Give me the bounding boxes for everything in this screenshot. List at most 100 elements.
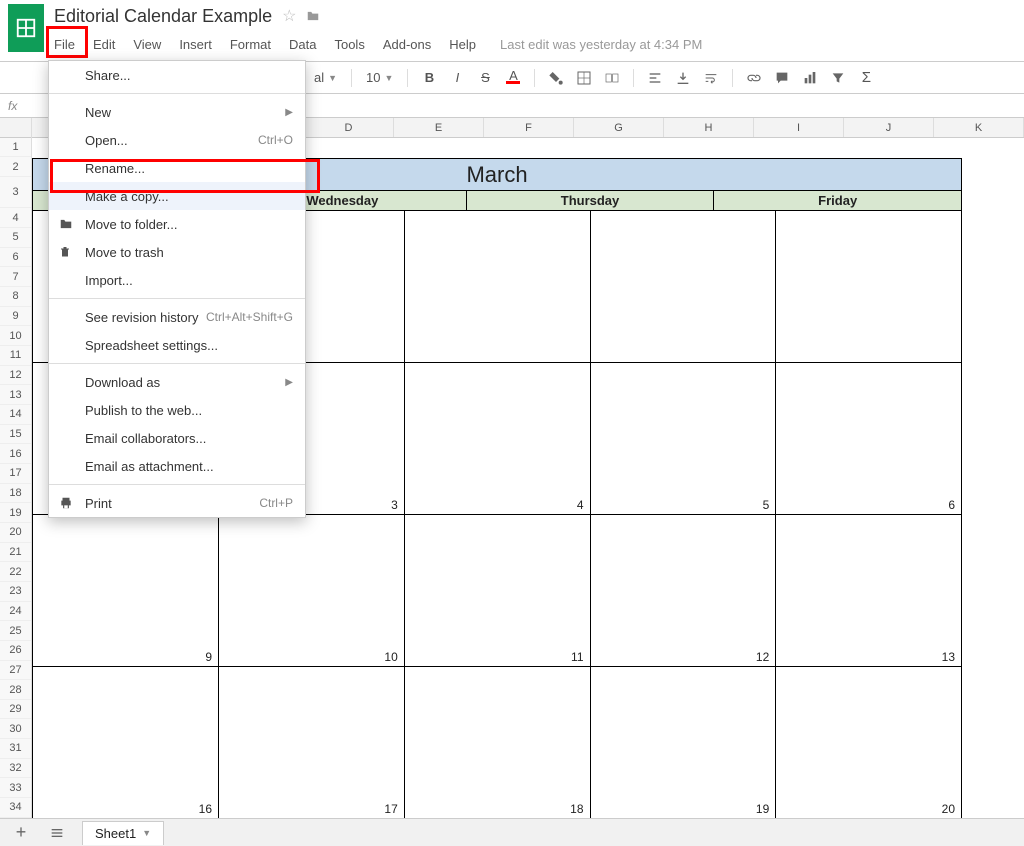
menu-addons[interactable]: Add-ons [383, 37, 431, 52]
row-header[interactable]: 20 [0, 523, 31, 543]
file-menu-item[interactable]: Open...Ctrl+O [49, 126, 305, 154]
file-menu-item[interactable]: Import... [49, 266, 305, 294]
row-header[interactable]: 6 [0, 248, 31, 268]
row-header[interactable]: 22 [0, 562, 31, 582]
col-header[interactable]: K [934, 118, 1024, 137]
file-menu-item[interactable]: See revision historyCtrl+Alt+Shift+G [49, 303, 305, 331]
halign-button[interactable] [644, 67, 666, 89]
col-header[interactable]: D [304, 118, 394, 137]
calendar-cell[interactable]: 20 [776, 667, 961, 818]
row-header[interactable]: 15 [0, 425, 31, 445]
bold-button[interactable]: B [418, 67, 440, 89]
row-header[interactable]: 31 [0, 739, 31, 759]
row-header[interactable]: 21 [0, 543, 31, 563]
text-color-button[interactable]: A [502, 67, 524, 89]
menu-edit[interactable]: Edit [93, 37, 115, 52]
calendar-cell[interactable]: 11 [405, 515, 591, 666]
calendar-cell[interactable]: 9 [33, 515, 219, 666]
font-size-select[interactable]: 10 ▼ [362, 70, 397, 85]
file-menu-item[interactable]: PrintCtrl+P [49, 489, 305, 517]
row-header[interactable]: 3 [0, 177, 31, 208]
col-header[interactable]: F [484, 118, 574, 137]
borders-button[interactable] [573, 67, 595, 89]
chart-button[interactable] [799, 67, 821, 89]
valign-button[interactable] [672, 67, 694, 89]
italic-button[interactable]: I [446, 67, 468, 89]
file-menu-item[interactable]: Share... [49, 61, 305, 89]
link-button[interactable] [743, 67, 765, 89]
row-header[interactable]: 14 [0, 405, 31, 425]
wrap-button[interactable] [700, 67, 722, 89]
calendar-cell[interactable]: 12 [591, 515, 777, 666]
row-header[interactable]: 26 [0, 641, 31, 661]
row-header[interactable]: 13 [0, 385, 31, 405]
row-header[interactable]: 4 [0, 208, 31, 228]
col-header[interactable]: J [844, 118, 934, 137]
file-menu-item[interactable]: Make a copy... [49, 182, 305, 210]
comment-button[interactable] [771, 67, 793, 89]
calendar-cell[interactable]: 4 [405, 363, 591, 514]
calendar-cell[interactable]: 18 [405, 667, 591, 818]
row-header[interactable]: 29 [0, 700, 31, 720]
calendar-cell[interactable]: 6 [776, 363, 961, 514]
calendar-cell[interactable]: 17 [219, 667, 405, 818]
sheet-tab[interactable]: Sheet1 ▼ [82, 821, 164, 845]
row-header[interactable]: 5 [0, 228, 31, 248]
row-header[interactable]: 17 [0, 464, 31, 484]
row-header[interactable]: 16 [0, 444, 31, 464]
calendar-cell[interactable] [591, 211, 777, 362]
filter-button[interactable] [827, 67, 849, 89]
file-menu-item[interactable]: New▶ [49, 98, 305, 126]
doc-title[interactable]: Editorial Calendar Example [54, 6, 272, 27]
row-header[interactable]: 33 [0, 778, 31, 798]
fill-color-button[interactable] [545, 67, 567, 89]
strike-button[interactable]: S [474, 67, 496, 89]
row-header[interactable]: 18 [0, 484, 31, 504]
row-header[interactable]: 10 [0, 326, 31, 346]
row-header[interactable]: 19 [0, 503, 31, 523]
col-header[interactable]: E [394, 118, 484, 137]
calendar-cell[interactable]: 5 [591, 363, 777, 514]
row-header[interactable]: 1 [0, 138, 31, 158]
menu-format[interactable]: Format [230, 37, 271, 52]
row-header[interactable]: 34 [0, 798, 31, 818]
merge-button[interactable] [601, 67, 623, 89]
file-menu-item[interactable]: Spreadsheet settings... [49, 331, 305, 359]
calendar-cell[interactable]: 13 [776, 515, 961, 666]
file-menu-item[interactable]: Rename... [49, 154, 305, 182]
row-header[interactable]: 24 [0, 602, 31, 622]
add-sheet-button[interactable]: + [10, 822, 32, 844]
row-header[interactable]: 32 [0, 759, 31, 779]
all-sheets-button[interactable] [46, 822, 68, 844]
row-header[interactable]: 2 [0, 157, 31, 177]
calendar-cell[interactable] [405, 211, 591, 362]
row-header[interactable]: 11 [0, 346, 31, 366]
col-header[interactable]: G [574, 118, 664, 137]
font-family-select[interactable]: al ▼ [310, 70, 341, 85]
row-header[interactable]: 9 [0, 307, 31, 327]
row-header[interactable]: 7 [0, 267, 31, 287]
menu-insert[interactable]: Insert [179, 37, 212, 52]
star-icon[interactable]: ☆ [282, 6, 296, 26]
calendar-cell[interactable]: 16 [33, 667, 219, 818]
menu-view[interactable]: View [133, 37, 161, 52]
folder-icon[interactable] [306, 10, 320, 22]
menu-help[interactable]: Help [449, 37, 476, 52]
menu-data[interactable]: Data [289, 37, 316, 52]
row-header[interactable]: 8 [0, 287, 31, 307]
file-menu-item[interactable]: Move to trash [49, 238, 305, 266]
file-menu-item[interactable]: Move to folder... [49, 210, 305, 238]
calendar-cell[interactable]: 19 [591, 667, 777, 818]
row-header[interactable]: 27 [0, 661, 31, 681]
file-menu-item[interactable]: Download as▶ [49, 368, 305, 396]
file-menu-item[interactable]: Email as attachment... [49, 452, 305, 480]
select-all-cell[interactable] [0, 118, 31, 138]
menu-file[interactable]: File [54, 37, 75, 52]
menu-tools[interactable]: Tools [334, 37, 364, 52]
calendar-cell[interactable]: 10 [219, 515, 405, 666]
calendar-cell[interactable] [776, 211, 961, 362]
file-menu-item[interactable]: Publish to the web... [49, 396, 305, 424]
row-header[interactable]: 12 [0, 366, 31, 386]
row-header[interactable]: 28 [0, 680, 31, 700]
row-header[interactable]: 25 [0, 621, 31, 641]
